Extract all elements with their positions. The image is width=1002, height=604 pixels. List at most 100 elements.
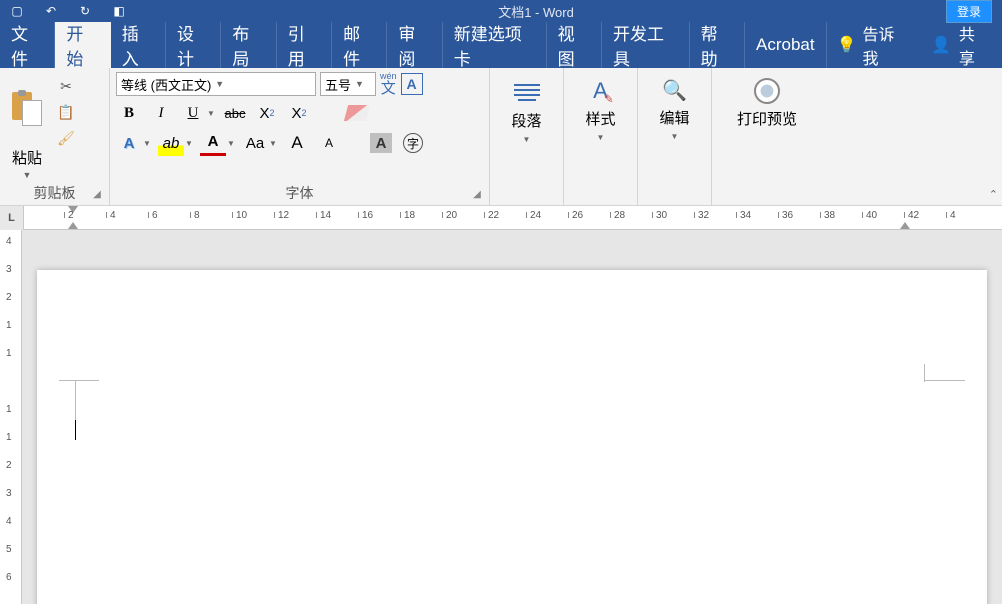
- enclose-char-button[interactable]: 字: [400, 130, 426, 156]
- search-icon: 🔍: [662, 78, 687, 103]
- preview-icon: [754, 78, 780, 104]
- dropdown-icon[interactable]: ▼: [226, 130, 236, 156]
- format-painter-icon[interactable]: 🖌: [56, 128, 76, 148]
- styles-button[interactable]: A✎ 样式 ▼: [570, 72, 631, 148]
- share-button[interactable]: 👤 共享: [917, 22, 1002, 68]
- tab-help[interactable]: 帮助: [690, 22, 745, 68]
- qat-icon[interactable]: ◧: [112, 4, 126, 18]
- tab-insert[interactable]: 插入: [111, 22, 166, 68]
- char-border-button[interactable]: A: [401, 73, 423, 95]
- margin-mark: [75, 380, 76, 420]
- chevron-down-icon: ▼: [215, 79, 224, 89]
- tellme-search[interactable]: 💡 告诉我: [827, 22, 917, 68]
- clipboard-launcher-icon[interactable]: ◢: [91, 189, 103, 201]
- vruler-tick: 6: [6, 572, 12, 583]
- superscript-button[interactable]: X2: [286, 100, 312, 126]
- underline-button[interactable]: U: [180, 100, 206, 126]
- eraser-icon: [344, 105, 370, 121]
- ruler-track: 246810121416182022242628303234363840424: [24, 206, 1002, 229]
- char-shading-button[interactable]: A: [368, 130, 394, 156]
- collapse-ribbon-icon[interactable]: ⌃: [989, 188, 998, 201]
- tab-file[interactable]: 文件: [0, 22, 55, 68]
- font-launcher-icon[interactable]: ◢: [471, 189, 483, 201]
- change-case-button[interactable]: Aa: [242, 130, 268, 156]
- hanging-indent-icon[interactable]: [68, 222, 78, 229]
- preview-label: 打印预览: [737, 108, 797, 129]
- vruler-tick: 1: [6, 348, 12, 359]
- eraser-button[interactable]: [344, 100, 370, 126]
- highlight-button[interactable]: ab: [158, 130, 184, 156]
- margin-mark: [59, 380, 99, 381]
- group-paragraph: 段落 ▼: [490, 68, 564, 205]
- vruler-tick: 1: [6, 404, 12, 415]
- cut-icon[interactable]: ✂: [56, 76, 76, 96]
- styles-icon: A✎: [593, 78, 608, 104]
- tab-newtab[interactable]: 新建选项卡: [443, 22, 547, 68]
- dropdown-icon[interactable]: ▼: [142, 130, 152, 156]
- vruler-tick: 3: [6, 264, 12, 275]
- text-effects-button[interactable]: A: [116, 130, 142, 156]
- tab-view[interactable]: 视图: [547, 22, 602, 68]
- tab-home[interactable]: 开始: [55, 22, 110, 68]
- tab-mailings[interactable]: 邮件: [332, 22, 387, 68]
- strikethrough-button[interactable]: abc: [222, 100, 248, 126]
- chevron-down-icon: ▼: [671, 132, 679, 141]
- ribbon: 粘贴 ▼ ✂ 📋 🖌 剪贴板◢ 等线 (西文正文)▼ 五号▼ wén文 A B …: [0, 68, 1002, 206]
- group-editing: 🔍 编辑 ▼: [638, 68, 712, 205]
- tab-design[interactable]: 设计: [166, 22, 221, 68]
- title-bar: ▢ ↶ ↻ ◧ 文档1 - Word 登录: [0, 0, 1002, 22]
- share-label: 共享: [959, 21, 988, 69]
- font-name-combo[interactable]: 等线 (西文正文)▼: [116, 72, 316, 96]
- copy-icon[interactable]: 📋: [56, 102, 76, 122]
- bold-button[interactable]: B: [116, 100, 142, 126]
- workspace: 432111123456: [0, 230, 1002, 604]
- group-clipboard: 粘贴 ▼ ✂ 📋 🖌 剪贴板 ◢: [0, 68, 110, 205]
- tab-acrobat[interactable]: Acrobat: [745, 22, 827, 68]
- tab-layout[interactable]: 布局: [221, 22, 276, 68]
- underline-dropdown-icon[interactable]: ▼: [206, 100, 216, 126]
- vruler-tick: 4: [6, 516, 12, 527]
- shrink-font-button[interactable]: A: [316, 130, 342, 156]
- grow-font-button[interactable]: A: [284, 130, 310, 156]
- font-size-combo[interactable]: 五号▼: [320, 72, 376, 96]
- subscript-button[interactable]: X2: [254, 100, 280, 126]
- tab-references[interactable]: 引用: [277, 22, 332, 68]
- clipboard-group-label: 剪贴板: [34, 183, 76, 203]
- undo-icon[interactable]: ↶: [44, 4, 58, 18]
- paragraph-button[interactable]: 段落 ▼: [496, 72, 557, 150]
- app-icon: ▢: [10, 4, 24, 18]
- lightbulb-icon: 💡: [837, 35, 857, 55]
- right-indent-icon[interactable]: [900, 222, 910, 229]
- horizontal-ruler[interactable]: L 24681012141618202224262830323436384042…: [0, 206, 1002, 230]
- tab-selector[interactable]: L: [0, 206, 24, 230]
- page-area[interactable]: [22, 230, 1002, 604]
- vertical-ruler[interactable]: 432111123456: [0, 230, 22, 604]
- paste-dropdown-icon[interactable]: ▼: [23, 170, 32, 180]
- paragraph-label: 段落: [511, 110, 541, 131]
- text-cursor: [75, 420, 76, 440]
- paste-label: 粘贴: [12, 147, 42, 168]
- vruler-tick: 1: [6, 432, 12, 443]
- phonetic-guide-button[interactable]: wén文: [380, 72, 397, 96]
- font-size-value: 五号: [325, 75, 351, 94]
- vruler-tick: 4: [6, 236, 12, 247]
- document-page[interactable]: [37, 270, 987, 604]
- margin-mark: [925, 380, 965, 381]
- editing-button[interactable]: 🔍 编辑 ▼: [644, 72, 705, 147]
- window-title: 文档1 - Word: [126, 2, 946, 21]
- margin-mark: [924, 364, 925, 382]
- print-preview-button[interactable]: 打印预览: [718, 72, 816, 135]
- font-color-button[interactable]: A: [200, 130, 226, 156]
- paste-button[interactable]: [6, 75, 48, 145]
- dropdown-icon[interactable]: ▼: [184, 130, 194, 156]
- char-border-icon: A: [401, 73, 423, 95]
- tab-developer[interactable]: 开发工具: [602, 22, 690, 68]
- share-icon: 👤: [931, 35, 951, 55]
- dropdown-icon[interactable]: ▼: [268, 130, 278, 156]
- redo-icon[interactable]: ↻: [78, 4, 92, 18]
- italic-button[interactable]: I: [148, 100, 174, 126]
- editing-label: 编辑: [659, 107, 689, 128]
- login-button[interactable]: 登录: [946, 0, 992, 23]
- tab-review[interactable]: 审阅: [387, 22, 442, 68]
- styles-label: 样式: [585, 108, 615, 129]
